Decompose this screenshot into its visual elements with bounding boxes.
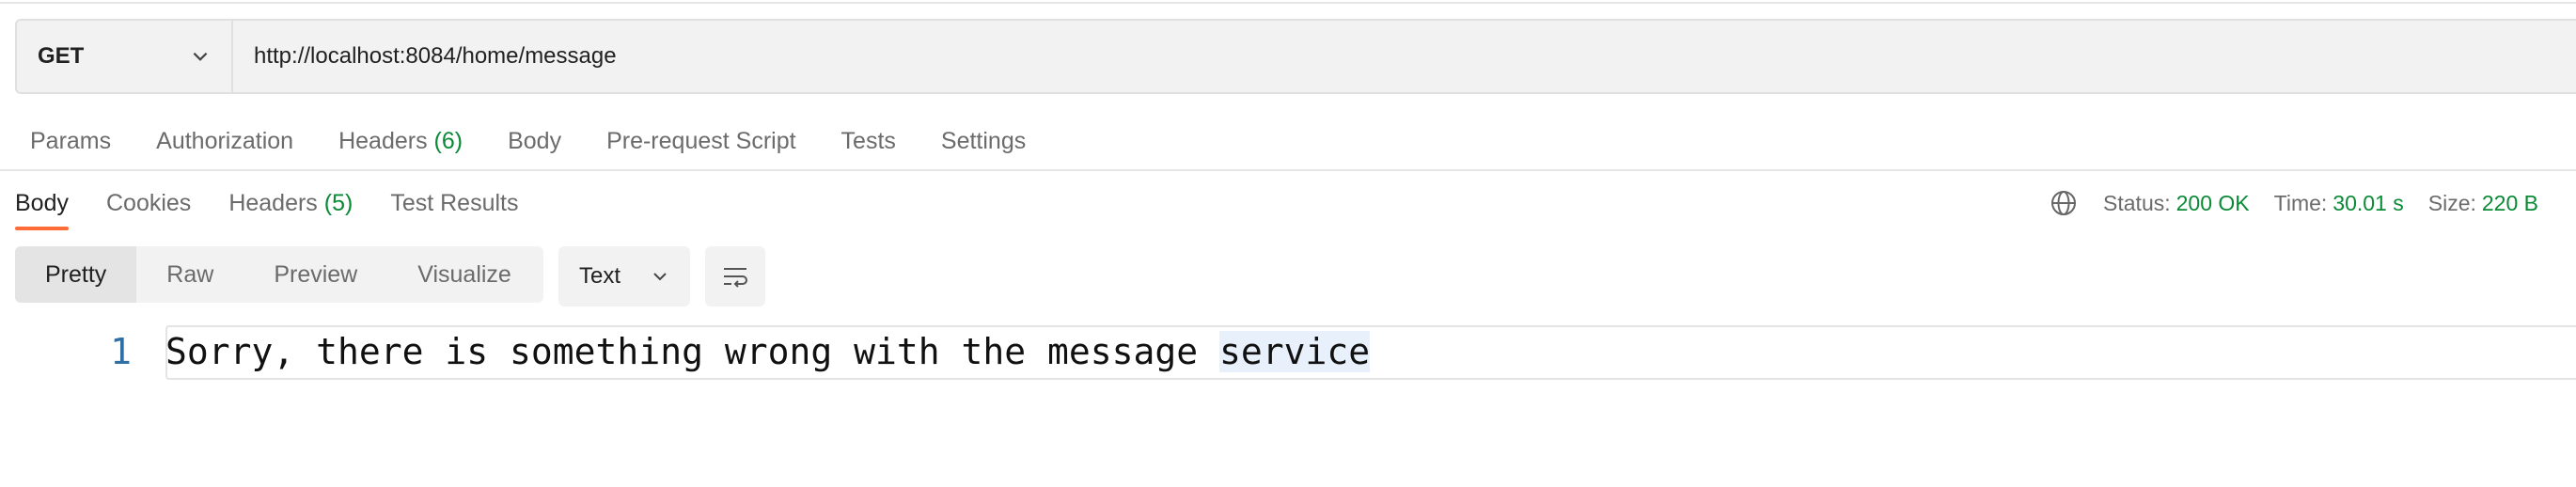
view-pretty[interactable]: Pretty — [15, 246, 137, 303]
view-preview[interactable]: Preview — [243, 246, 387, 303]
response-tabs: Body Cookies Headers (5) Test Results — [15, 184, 557, 230]
view-mode-switch: Pretty Raw Preview Visualize — [15, 246, 543, 303]
code-text-highlight: service — [1219, 331, 1371, 372]
globe-icon[interactable] — [2049, 188, 2079, 218]
chevron-down-icon — [653, 273, 667, 281]
tab-tests[interactable]: Tests — [841, 128, 896, 155]
code-line[interactable]: Sorry, there is something wrong with the… — [165, 331, 1371, 372]
size-label: Size: — [2427, 190, 2476, 215]
response-status: Status: 200 OK Time: 30.01 s Size: 220 B — [2049, 184, 2538, 222]
tab-settings[interactable]: Settings — [941, 128, 1026, 155]
url-input[interactable]: http://localhost:8084/home/message — [233, 43, 617, 70]
chevron-down-icon — [193, 52, 208, 61]
word-wrap-button[interactable] — [705, 246, 765, 306]
code-text: Sorry, there is something wrong with the… — [165, 331, 1220, 372]
time-value[interactable]: 30.01 s — [2333, 191, 2403, 216]
request-tabs: Params Authorization Headers (6) Body Pr… — [30, 122, 1071, 160]
request-bar: GET http://localhost:8084/home/message — [15, 19, 2576, 94]
size-value[interactable]: 220 B — [2482, 191, 2538, 216]
response-tab-body[interactable]: Body — [15, 190, 69, 230]
tab-body[interactable]: Body — [508, 128, 561, 155]
word-wrap-icon — [724, 268, 747, 288]
method-label: GET — [38, 43, 85, 69]
line-number: 1 — [110, 331, 132, 372]
response-headers-count: (5) — [323, 189, 353, 216]
format-label: Text — [579, 263, 621, 289]
format-dropdown[interactable]: Text — [558, 246, 690, 306]
divider — [0, 169, 2576, 171]
response-tab-cookies[interactable]: Cookies — [106, 190, 191, 217]
time-label: Time: — [2273, 190, 2328, 215]
view-raw[interactable]: Raw — [136, 246, 243, 303]
status-label: Status: — [2103, 190, 2171, 215]
response-tab-headers[interactable]: Headers (5) — [228, 190, 353, 217]
method-select[interactable]: GET — [17, 21, 233, 92]
tab-authorization[interactable]: Authorization — [156, 128, 293, 155]
status-value[interactable]: 200 OK — [2176, 191, 2250, 216]
top-border — [0, 0, 2576, 4]
view-visualize[interactable]: Visualize — [387, 246, 542, 303]
headers-count: (6) — [433, 127, 463, 154]
tab-pre-request-script[interactable]: Pre-request Script — [606, 128, 795, 155]
tab-headers[interactable]: Headers (6) — [338, 128, 463, 155]
response-tab-test-results[interactable]: Test Results — [390, 190, 518, 217]
tab-params[interactable]: Params — [30, 128, 111, 155]
